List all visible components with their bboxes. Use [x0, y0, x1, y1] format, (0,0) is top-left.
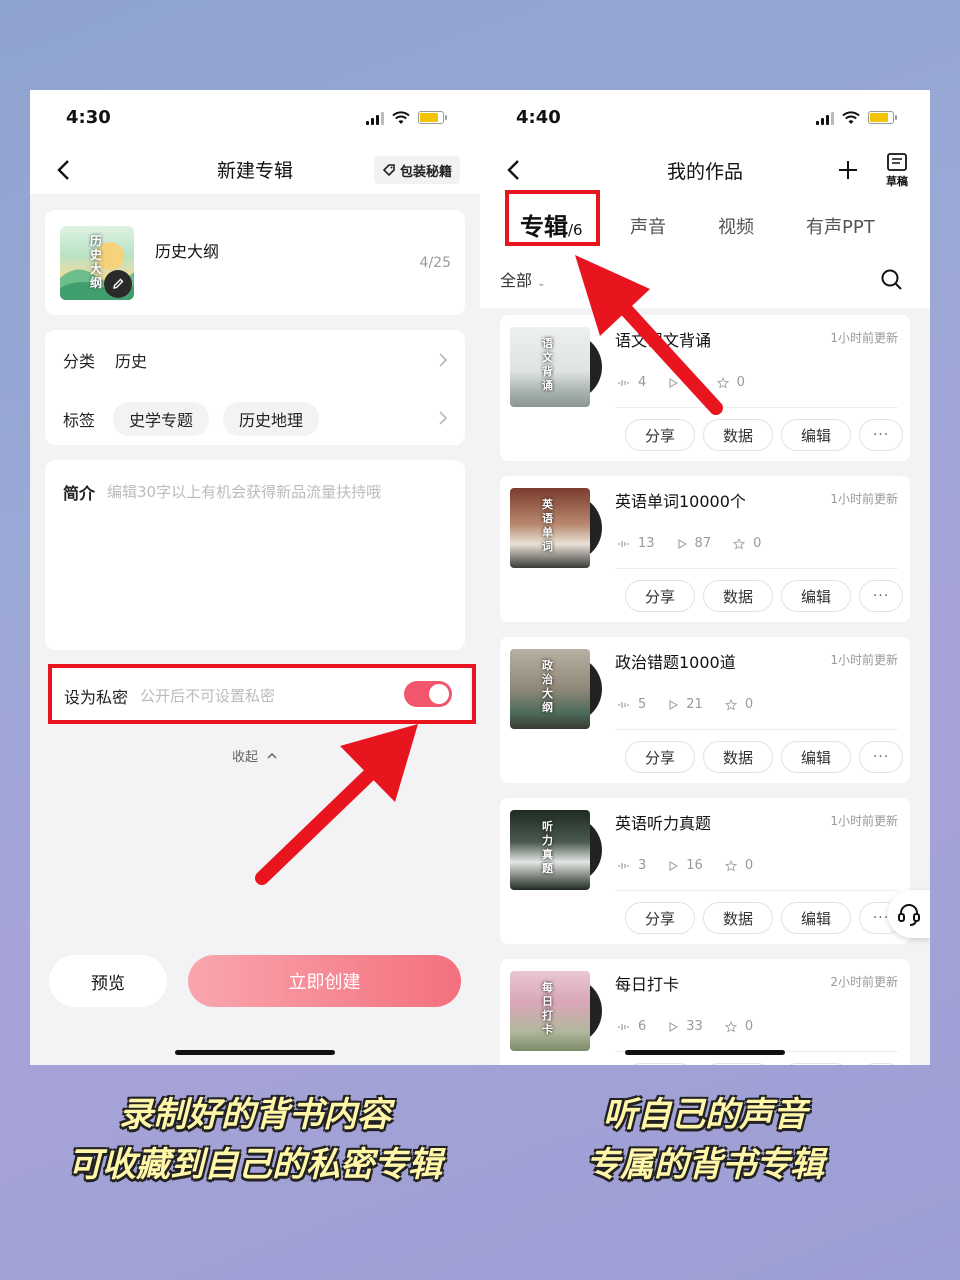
- right-screenshot: 4:40 我的作品 草稿 专辑/6 声音 视频 有声PPT 全部 ⌄ 语文背诵语…: [480, 90, 930, 1065]
- caption-left: 录制好的背书内容 可收藏到自己的私密专辑: [20, 1090, 490, 1190]
- preview-button[interactable]: 预览: [49, 955, 167, 1007]
- left-screenshot: 4:30 新建专辑 包装秘籍 历史大纲 历史大纲 4/25 分类 历史 标签 史…: [30, 90, 480, 1065]
- caption-line: 录制好的背书内容: [119, 1095, 391, 1135]
- home-indicator: [175, 1050, 335, 1055]
- create-button[interactable]: 立即创建: [188, 955, 461, 1007]
- caption-line: 听自己的声音: [603, 1095, 807, 1135]
- caption-line: 可收藏到自己的私密专辑: [68, 1145, 442, 1185]
- caption-right: 听自己的声音 专属的背书专辑: [480, 1090, 930, 1190]
- annotation-arrow: [575, 255, 723, 415]
- caption-line: 专属的背书专辑: [586, 1145, 824, 1185]
- annotation-arrow: [255, 724, 418, 885]
- home-indicator: [625, 1050, 785, 1055]
